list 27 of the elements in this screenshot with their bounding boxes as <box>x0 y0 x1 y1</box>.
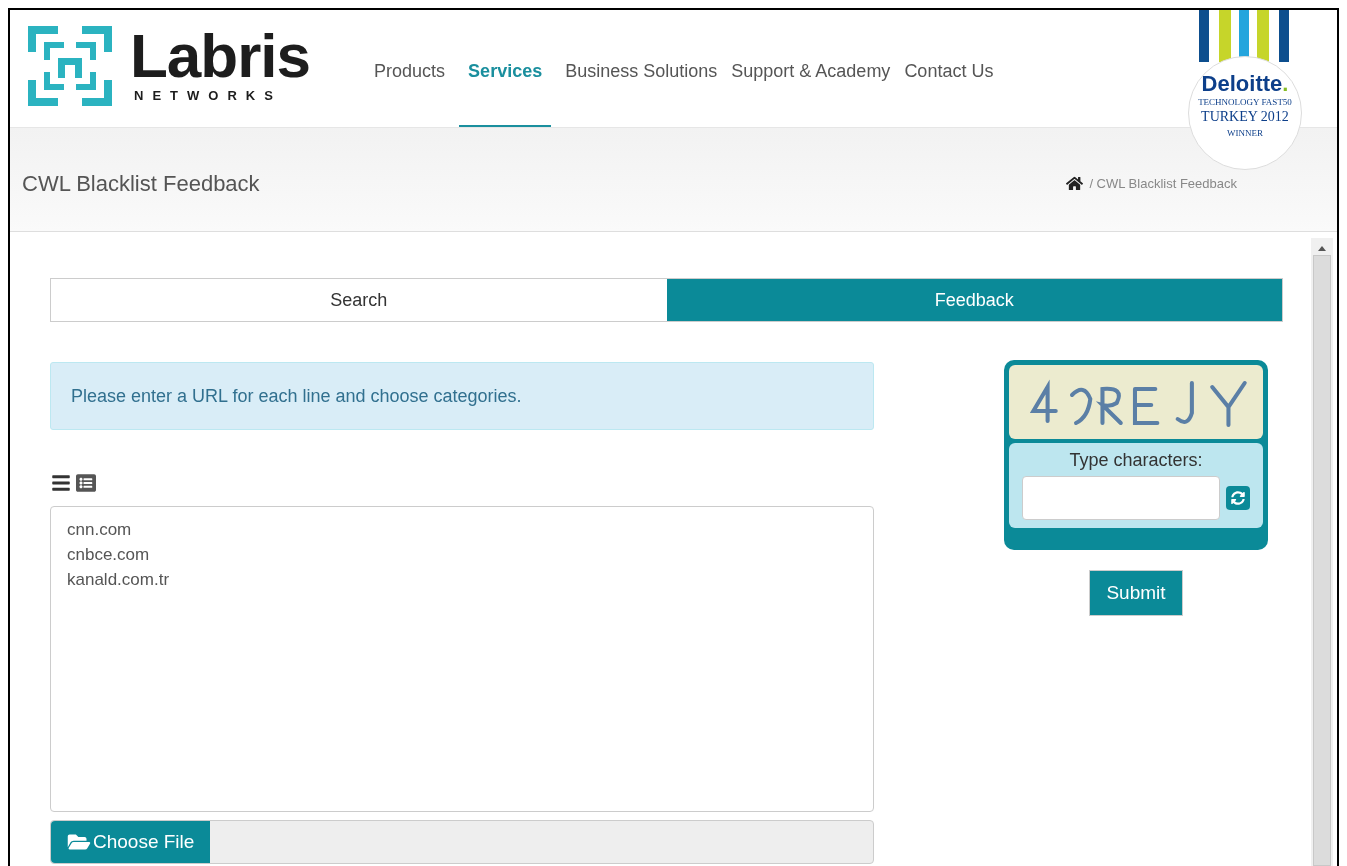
logo-wordmark: Labris <box>130 26 311 87</box>
refresh-button[interactable] <box>1226 486 1250 510</box>
folder-icon <box>67 832 91 852</box>
nav-link[interactable]: Business Solutions <box>565 10 718 127</box>
nav-link[interactable]: Contact Us <box>904 10 994 127</box>
choose-file-button[interactable]: Choose File <box>51 821 211 863</box>
file-field[interactable]: Choose File <box>50 820 874 864</box>
logo-tagline: NETWORKS <box>133 87 283 106</box>
table-icon[interactable] <box>76 473 96 493</box>
list-icon[interactable] <box>50 473 72 493</box>
submit-button[interactable]: Submit <box>1089 570 1183 616</box>
page-title: CWL Blacklist Feedback <box>22 170 260 198</box>
scrollbar[interactable] <box>1311 238 1333 866</box>
captcha-input[interactable] <box>1022 476 1220 520</box>
nav-link[interactable]: Products <box>374 10 446 127</box>
url-line: cnbce.com <box>67 544 151 566</box>
info-alert: Please enter a URL for each line and choose categories. <box>50 362 874 430</box>
refresh-icon <box>1231 491 1245 505</box>
nav-link[interactable]: Support & Academy <box>731 10 891 127</box>
captcha-label: Type characters: <box>1069 449 1203 472</box>
scroll-up-icon[interactable] <box>1318 246 1326 251</box>
tab[interactable]: Feedback <box>666 279 1282 321</box>
url-line: cnn.com <box>67 519 133 541</box>
breadcrumb-text: / CWL Blacklist Feedback <box>1089 174 1237 193</box>
home-icon[interactable] <box>1066 175 1084 192</box>
url-line: kanald.com.tr <box>67 569 171 591</box>
url-textarea[interactable]: cnn.com cnbce.com kanald.com.tr <box>50 506 874 812</box>
